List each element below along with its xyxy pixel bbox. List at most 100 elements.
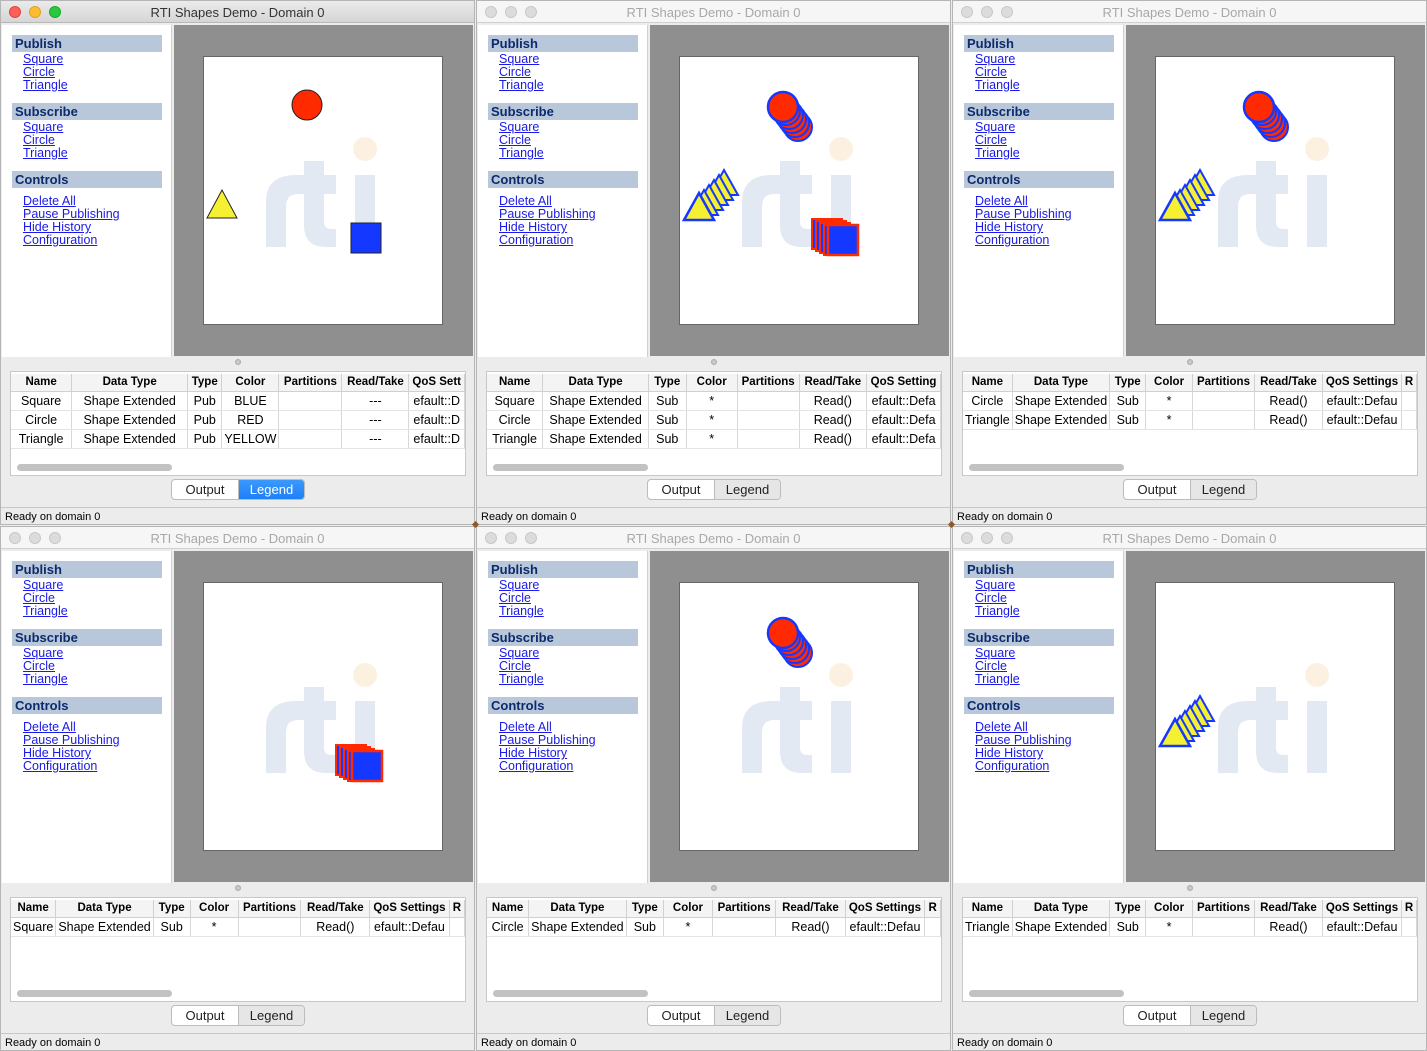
title-bar[interactable]: RTI Shapes Demo - Domain 0 (1, 527, 474, 549)
split-pane-handle[interactable] (711, 885, 717, 891)
configuration-link[interactable]: Configuration (499, 234, 647, 247)
column-header[interactable]: QoS Settings (369, 900, 450, 918)
tab-output[interactable]: Output (648, 1006, 714, 1025)
column-header[interactable]: Read/Take (799, 374, 868, 392)
column-header[interactable]: Data Type (1012, 374, 1111, 392)
column-header[interactable]: Color (190, 900, 239, 918)
column-header[interactable]: Read/Take (300, 900, 371, 918)
publish-triangle-link[interactable]: Triangle (975, 79, 1123, 92)
column-header[interactable]: Partitions (1192, 900, 1256, 918)
column-header[interactable]: Data Type (1012, 900, 1111, 918)
subscribe-triangle-link[interactable]: Triangle (23, 147, 171, 160)
title-bar[interactable]: RTI Shapes Demo - Domain 0 (953, 527, 1426, 549)
column-header[interactable]: R (1401, 900, 1417, 918)
table-row[interactable]: Circle Shape Extended Sub * Read() efaul… (963, 391, 1417, 411)
tab-output[interactable]: Output (172, 480, 238, 499)
split-pane-handle[interactable] (235, 885, 241, 891)
column-header[interactable]: Name (487, 900, 530, 918)
tab-legend[interactable]: Legend (714, 480, 780, 499)
column-header[interactable]: Read/Take (1254, 374, 1323, 392)
column-header[interactable]: Partitions (238, 900, 302, 918)
column-header[interactable]: Type (187, 374, 223, 392)
shapes-canvas[interactable] (203, 582, 443, 851)
shapes-canvas[interactable] (1155, 56, 1395, 325)
column-header[interactable]: Partitions (712, 900, 777, 918)
title-bar[interactable]: RTI Shapes Demo - Domain 0 (1, 1, 474, 23)
column-header[interactable]: Type (153, 900, 191, 918)
split-pane-handle[interactable] (1187, 359, 1193, 365)
column-header[interactable]: Name (963, 900, 1013, 918)
column-header[interactable]: R (449, 900, 465, 918)
horizontal-scrollbar[interactable] (17, 990, 172, 997)
tab-legend[interactable]: Legend (714, 1006, 780, 1025)
column-header[interactable]: Color (686, 374, 738, 392)
column-header[interactable]: Read/Take (775, 900, 846, 918)
publish-triangle-link[interactable]: Triangle (23, 605, 171, 618)
column-header[interactable]: Name (487, 374, 544, 392)
column-header[interactable]: Data Type (542, 374, 649, 392)
column-header[interactable]: QoS Settings (845, 900, 926, 918)
column-header[interactable]: Partitions (278, 374, 343, 392)
column-header[interactable]: Name (963, 374, 1013, 392)
column-header[interactable]: Type (1109, 374, 1147, 392)
table-row[interactable]: Circle Shape Extended Sub * Read() efaul… (487, 917, 941, 937)
tab-legend[interactable]: Legend (1190, 1006, 1256, 1025)
title-bar[interactable]: RTI Shapes Demo - Domain 0 (477, 1, 950, 23)
column-header[interactable]: QoS Sett (408, 374, 465, 392)
shapes-canvas[interactable] (679, 56, 919, 325)
table-row[interactable]: Square Shape Extended Sub * Read() efaul… (11, 917, 465, 937)
table-row[interactable]: Triangle Shape Extended Sub * Read() efa… (487, 429, 941, 449)
tab-output[interactable]: Output (1124, 1006, 1190, 1025)
column-header[interactable]: R (1401, 374, 1417, 392)
split-pane-handle[interactable] (711, 359, 717, 365)
configuration-link[interactable]: Configuration (975, 234, 1123, 247)
configuration-link[interactable]: Configuration (23, 760, 171, 773)
table-row[interactable]: Square Shape Extended Pub BLUE --- efaul… (11, 391, 465, 411)
column-header[interactable]: Name (11, 900, 57, 918)
title-bar[interactable]: RTI Shapes Demo - Domain 0 (953, 1, 1426, 23)
table-row[interactable]: Circle Shape Extended Pub RED --- efault… (11, 410, 465, 430)
horizontal-scrollbar[interactable] (493, 464, 648, 471)
title-bar[interactable]: RTI Shapes Demo - Domain 0 (477, 527, 950, 549)
horizontal-scrollbar[interactable] (969, 464, 1124, 471)
column-header[interactable]: Type (1109, 900, 1147, 918)
table-row[interactable]: Triangle Shape Extended Sub * Read() efa… (963, 917, 1417, 937)
tab-legend[interactable]: Legend (238, 480, 304, 499)
horizontal-scrollbar[interactable] (17, 464, 172, 471)
tab-output[interactable]: Output (648, 480, 714, 499)
column-header[interactable]: QoS Settings (1322, 374, 1403, 392)
publish-triangle-link[interactable]: Triangle (23, 79, 171, 92)
split-pane-handle[interactable] (235, 359, 241, 365)
column-header[interactable]: Color (221, 374, 280, 392)
subscribe-triangle-link[interactable]: Triangle (499, 147, 647, 160)
tab-output[interactable]: Output (172, 1006, 238, 1025)
table-row[interactable]: Circle Shape Extended Sub * Read() efaul… (487, 410, 941, 430)
table-row[interactable]: Triangle Shape Extended Sub * Read() efa… (963, 410, 1417, 430)
shapes-canvas[interactable] (203, 56, 443, 325)
horizontal-scrollbar[interactable] (969, 990, 1124, 997)
column-header[interactable]: Data Type (55, 900, 154, 918)
column-header[interactable]: Type (648, 374, 687, 392)
subscribe-triangle-link[interactable]: Triangle (23, 673, 171, 686)
tab-legend[interactable]: Legend (1190, 480, 1256, 499)
publish-triangle-link[interactable]: Triangle (499, 79, 647, 92)
table-row[interactable]: Triangle Shape Extended Pub YELLOW --- e… (11, 429, 465, 449)
column-header[interactable]: Partitions (737, 374, 800, 392)
column-header[interactable]: Data Type (528, 900, 627, 918)
column-header[interactable]: Name (11, 374, 73, 392)
shapes-canvas[interactable] (679, 582, 919, 851)
column-header[interactable]: Partitions (1192, 374, 1256, 392)
column-header[interactable]: Data Type (71, 374, 189, 392)
column-header[interactable]: Read/Take (341, 374, 410, 392)
subscribe-triangle-link[interactable]: Triangle (975, 147, 1123, 160)
horizontal-scrollbar[interactable] (493, 990, 648, 997)
column-header[interactable]: QoS Settings (1322, 900, 1403, 918)
column-header[interactable]: QoS Setting (866, 374, 941, 392)
column-header[interactable]: R (924, 900, 941, 918)
subscribe-triangle-link[interactable]: Triangle (975, 673, 1123, 686)
configuration-link[interactable]: Configuration (975, 760, 1123, 773)
column-header[interactable]: Color (663, 900, 713, 918)
column-header[interactable]: Color (1145, 374, 1193, 392)
column-header[interactable]: Color (1145, 900, 1193, 918)
configuration-link[interactable]: Configuration (23, 234, 171, 247)
